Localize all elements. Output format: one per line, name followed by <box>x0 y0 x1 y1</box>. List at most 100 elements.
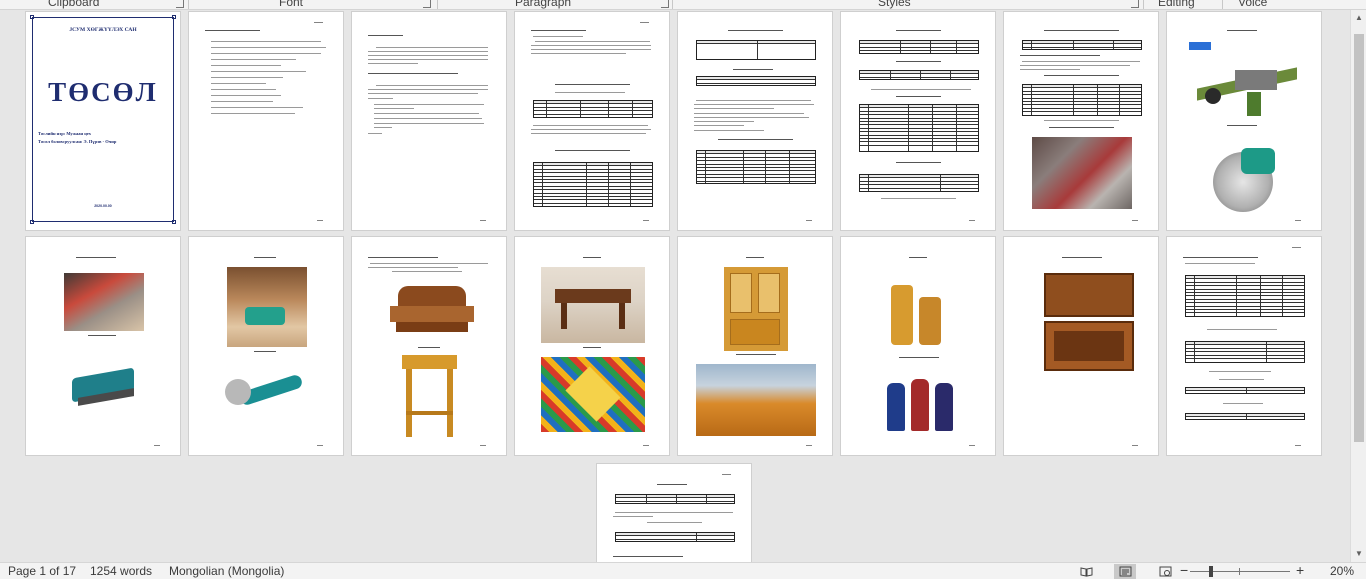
cover-author: Төсөл боловсруулсан: Э. Пүрэв - Очир <box>38 139 117 144</box>
language-indicator[interactable]: Mongolian (Mongolia) <box>169 564 284 578</box>
ribbon-group-paragraph: Paragraph <box>515 0 572 9</box>
page-thumbnail-13[interactable]: ▬▬ <box>677 236 833 456</box>
font-launcher-icon[interactable] <box>423 0 431 8</box>
zoom-level[interactable]: 20% <box>1330 564 1354 578</box>
page-count[interactable]: Page 1 of 17 <box>8 564 76 578</box>
cover-project-name: Төслийн нэр: Мужаан цех <box>38 131 91 136</box>
subheading-line <box>1044 30 1119 31</box>
subheading-line <box>1044 75 1119 76</box>
text-line <box>368 55 488 56</box>
page-thumbnail-5[interactable]: ▬▬ <box>677 11 833 231</box>
paragraph-launcher-icon[interactable] <box>661 0 669 8</box>
caption-line <box>1227 125 1257 126</box>
ribbon-separator <box>437 0 438 9</box>
text-line <box>531 45 651 46</box>
toc-heading-line <box>205 30 260 31</box>
text-line <box>694 113 804 114</box>
text-line <box>696 100 811 101</box>
ribbon-separator <box>1222 0 1223 9</box>
text-line <box>368 267 458 268</box>
page-thumbnail-2[interactable]: ▬▬▬ ▬▬ <box>188 11 344 231</box>
subheading-line <box>896 30 941 31</box>
text-line <box>376 47 488 48</box>
data-table <box>533 162 653 207</box>
page-thumbnail-6[interactable]: ▬▬ <box>840 11 996 231</box>
text-line <box>533 36 583 37</box>
chevron-up-icon[interactable]: ▲ <box>1351 10 1366 26</box>
caption-line <box>647 522 702 523</box>
coffee-table-photo <box>541 267 645 343</box>
page-thumbnail-15[interactable]: ▬▬ <box>1003 236 1159 456</box>
page-thumbnail-10[interactable]: ▬▬ <box>188 236 344 456</box>
vertical-scrollbar[interactable]: ▲ ▼ <box>1350 10 1366 562</box>
page-thumbnail-12[interactable]: ▬▬ <box>514 236 670 456</box>
page-thumbnail-8[interactable]: ▬▬ <box>1166 11 1322 231</box>
bullet-line <box>374 123 484 124</box>
caption-line <box>1219 379 1264 380</box>
caption-line <box>583 347 601 348</box>
book-open-icon[interactable] <box>1075 564 1097 579</box>
globe-icon[interactable] <box>1154 564 1176 579</box>
text-line <box>368 59 488 60</box>
scrollbar-thumb[interactable] <box>1354 34 1364 442</box>
page-footer: ▬▬ <box>643 443 649 447</box>
page-footer: ▬▬ <box>806 443 812 447</box>
caption-line <box>909 257 927 258</box>
circular-saw-photo <box>1207 142 1289 218</box>
caption-line <box>1227 30 1257 31</box>
heading-line <box>1020 55 1100 56</box>
caption-line <box>736 354 776 355</box>
subheading-line <box>728 30 783 31</box>
caption-line <box>392 271 462 272</box>
data-table <box>1185 275 1305 317</box>
data-table <box>1022 40 1142 50</box>
page-thumbnail-17[interactable]: ▬▬▬ <box>596 463 752 562</box>
clipboard-launcher-icon[interactable] <box>176 0 184 8</box>
page-thumbnail-3[interactable]: ▬▬ <box>351 11 507 231</box>
heading-line <box>368 73 458 74</box>
subheading-line <box>718 139 793 140</box>
text-line <box>1020 69 1080 70</box>
data-table <box>859 104 979 152</box>
styles-launcher-icon[interactable] <box>1131 0 1139 8</box>
page-thumbnail-11[interactable]: ▬▬ <box>351 236 507 456</box>
word-count[interactable]: 1254 words <box>90 564 152 578</box>
page-header: ▬▬▬ <box>640 20 649 24</box>
text-line <box>531 133 646 134</box>
page-thumbnail-16[interactable]: ▬▬▬ ▬▬ <box>1166 236 1322 456</box>
zoom-slider-thumb[interactable] <box>1209 566 1213 577</box>
miter-saw-photo <box>64 273 144 331</box>
page-footer: ▬▬ <box>1132 443 1138 447</box>
chevron-down-icon[interactable]: ▼ <box>1351 546 1366 562</box>
toc-line <box>211 101 273 102</box>
toc-line <box>211 71 306 72</box>
page-thumbnail-9[interactable]: ▬▬ <box>25 236 181 456</box>
zoom-in-button[interactable]: + <box>1296 562 1304 578</box>
text-line <box>368 93 478 94</box>
page-layout-icon[interactable] <box>1114 564 1136 579</box>
page-thumbnail-7[interactable]: ▬▬ <box>1003 11 1159 231</box>
text-line <box>694 104 814 105</box>
page-footer: ▬▬ <box>317 218 323 222</box>
text-line <box>535 41 650 42</box>
subheading-line <box>896 162 941 163</box>
page-thumbnail-1[interactable]: ЈСУМ ХӨГЖҮҮЛЭХ САН ТӨСӨЛ Төслийн нэр: Му… <box>25 11 181 231</box>
painted-chest-photo <box>541 357 645 432</box>
page-footer: ▬▬ <box>969 443 975 447</box>
zoom-out-button[interactable]: − <box>1180 562 1188 578</box>
data-table <box>859 40 979 54</box>
data-table <box>696 40 816 60</box>
zoom-slider-track[interactable] <box>1190 571 1290 572</box>
caption-line <box>583 257 601 258</box>
caption-line <box>254 351 276 352</box>
ribbon-group-font: Font <box>279 0 304 9</box>
text-line <box>376 85 488 86</box>
document-canvas[interactable]: ЈСУМ ХӨГЖҮҮЛЭХ САН ТӨСӨЛ Төслийн нэр: Му… <box>0 10 1350 562</box>
page-thumbnail-14[interactable]: ▬▬ <box>840 236 996 456</box>
text-line <box>694 117 809 118</box>
ribbon-group-labels: Clipboard Font Paragraph Styles Editing … <box>0 0 1366 10</box>
text-line <box>531 129 651 130</box>
wardrobe-photo <box>696 364 816 436</box>
page-thumbnail-4[interactable]: ▬▬▬ ▬▬ <box>514 11 670 231</box>
ribbon-group-editing: Editing <box>1158 0 1195 9</box>
